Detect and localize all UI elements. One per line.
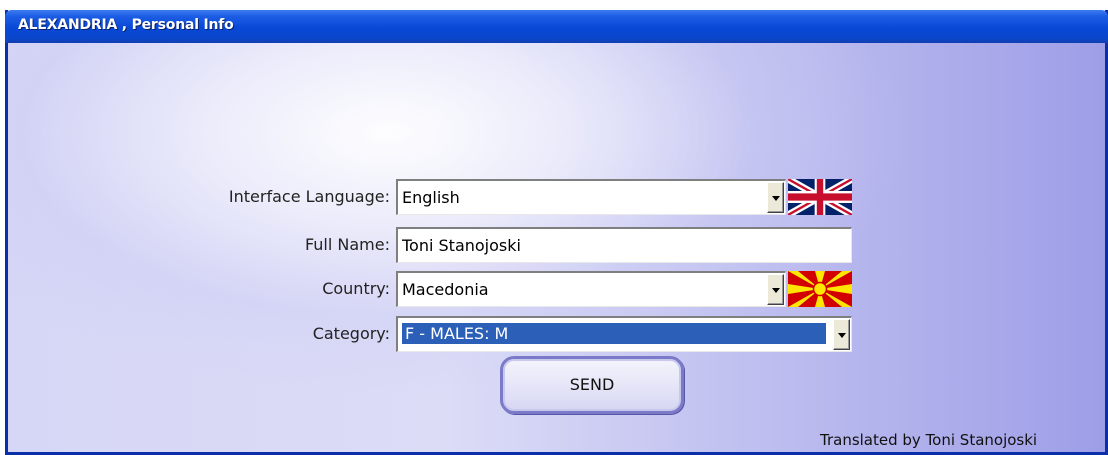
macedonia-flag-icon [788,271,852,307]
country-select[interactable]: Macedonia [396,271,786,307]
category-value: F - MALES: M [402,323,826,344]
interface-language-dropdown-button[interactable] [767,182,784,213]
personal-info-panel: Interface Language: English Full Name: T… [8,43,1105,452]
title-bar[interactable]: ALEXANDRIA , Personal Info [5,10,1108,43]
full-name-label: Full Name: [304,235,390,254]
interface-language-select[interactable]: English [396,179,786,215]
interface-language-label: Interface Language: [228,187,390,206]
window-title: ALEXANDRIA , Personal Info [18,17,234,33]
uk-flag-icon [788,179,852,215]
app-window: ALEXANDRIA , Personal Info Interface Lan… [5,10,1108,455]
country-dropdown-button[interactable] [767,274,784,305]
full-name-value: Toni Stanojoski [402,236,521,255]
category-label: Category: [312,324,390,343]
country-label: Country: [322,279,390,298]
full-name-input[interactable]: Toni Stanojoski [396,227,852,263]
translator-credit: Translated by Toni Stanojoski [820,431,1038,449]
interface-language-value: English [402,188,460,207]
send-button[interactable]: SEND [500,356,684,414]
category-select[interactable]: F - MALES: M [396,316,852,352]
category-dropdown-button[interactable] [833,319,850,350]
country-value: Macedonia [402,280,489,299]
